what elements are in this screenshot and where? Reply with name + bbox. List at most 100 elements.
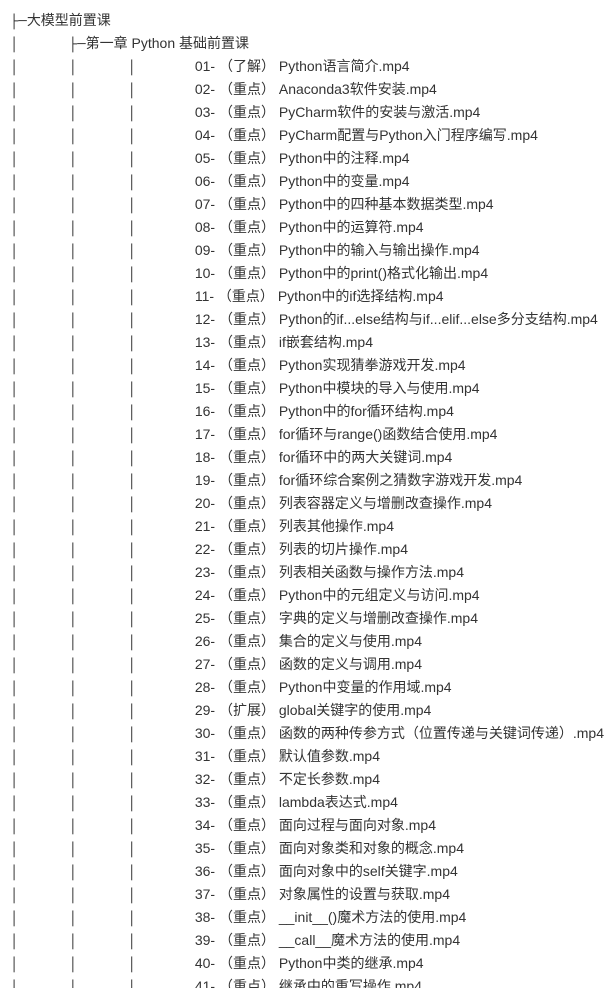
- tree-root-label: 大模型前置课: [27, 10, 111, 31]
- tree-item: │ │ │ 01- （了解） Python语言简介.mp4: [10, 56, 602, 79]
- tree-item: │ │ │ 25- （重点） 字典的定义与增删改查操作.mp4: [10, 608, 602, 631]
- tree-item: │ │ │ 20- （重点） 列表容器定义与增删改查操作.mp4: [10, 493, 602, 516]
- tree-prefix: │ │ │: [10, 794, 195, 815]
- tree-item: │ │ │ 17- （重点） for循环与range()函数结合使用.mp4: [10, 424, 602, 447]
- tree-item: │ │ │ 32- （重点） 不定长参数.mp4: [10, 769, 602, 792]
- tree-prefix: │ │ │: [10, 173, 195, 194]
- tree-item: │ │ │ 19- （重点） for循环综合案例之猜数字游戏开发.mp4: [10, 470, 602, 493]
- tree-item-label: 38- （重点） __init__()魔术方法的使用.mp4: [195, 907, 467, 928]
- tree-item: │ │ │ 38- （重点） __init__()魔术方法的使用.mp4: [10, 907, 602, 930]
- tree-prefix: │ │ │: [10, 702, 195, 723]
- tree-item-label: 25- （重点） 字典的定义与增删改查操作.mp4: [195, 608, 478, 629]
- tree-item-label: 11- （重点） Python中的if选择结构.mp4: [195, 286, 444, 307]
- tree-item: │ │ │ 10- （重点） Python中的print()格式化输出.mp4: [10, 263, 602, 286]
- tree-item-label: 30- （重点） 函数的两种传参方式（位置传递与关键词传递）.mp4: [195, 723, 604, 744]
- tree-item-label: 04- （重点） PyCharm配置与Python入门程序编写.mp4: [195, 125, 538, 146]
- tree-prefix: │ │ │: [10, 426, 195, 447]
- tree-item: │ │ │ 26- （重点） 集合的定义与使用.mp4: [10, 631, 602, 654]
- tree-item-label: 18- （重点） for循环中的两大关键词.mp4: [195, 447, 452, 468]
- tree-prefix: │ │ │: [10, 495, 195, 516]
- tree-prefix: │ │ │: [10, 748, 195, 769]
- tree-item-label: 23- （重点） 列表相关函数与操作方法.mp4: [195, 562, 464, 583]
- tree-prefix: │ │ │: [10, 817, 195, 838]
- tree-item-label: 15- （重点） Python中模块的导入与使用.mp4: [195, 378, 480, 399]
- tree-prefix: │ │ │: [10, 449, 195, 470]
- tree-item-label: 36- （重点） 面向对象中的self关键字.mp4: [195, 861, 458, 882]
- tree-item: │ │ │ 30- （重点） 函数的两种传参方式（位置传递与关键词传递）.mp4: [10, 723, 602, 746]
- tree-item-label: 08- （重点） Python中的运算符.mp4: [195, 217, 424, 238]
- tree-prefix: │ │ │: [10, 472, 195, 493]
- tree-item: │ │ │ 27- （重点） 函数的定义与调用.mp4: [10, 654, 602, 677]
- tree-item-label: 10- （重点） Python中的print()格式化输出.mp4: [195, 263, 488, 284]
- tree-item-label: 14- （重点） Python实现猜拳游戏开发.mp4: [195, 355, 466, 376]
- tree-prefix: │ │ │: [10, 265, 195, 286]
- tree-item-label: 34- （重点） 面向过程与面向对象.mp4: [195, 815, 436, 836]
- tree-root-node: ├─ 大模型前置课: [10, 10, 602, 33]
- tree-prefix: │ │ │: [10, 380, 195, 401]
- tree-item-label: 29- （扩展） global关键字的使用.mp4: [195, 700, 432, 721]
- tree-item-label: 16- （重点） Python中的for循环结构.mp4: [195, 401, 454, 422]
- tree-item: │ │ │ 11- （重点） Python中的if选择结构.mp4: [10, 286, 602, 309]
- tree-chapter-label: 第一章 Python 基础前置课: [86, 33, 249, 54]
- tree-item-label: 32- （重点） 不定长参数.mp4: [195, 769, 380, 790]
- tree-item-label: 03- （重点） PyCharm软件的安装与激活.mp4: [195, 102, 480, 123]
- tree-item-label: 26- （重点） 集合的定义与使用.mp4: [195, 631, 422, 652]
- tree-item-label: 37- （重点） 对象属性的设置与获取.mp4: [195, 884, 450, 905]
- tree-prefix: │ │ │: [10, 357, 195, 378]
- tree-prefix: │ │ │: [10, 219, 195, 240]
- tree-prefix: │ │ │: [10, 564, 195, 585]
- tree-item: │ │ │ 39- （重点） __call__魔术方法的使用.mp4: [10, 930, 602, 953]
- tree-item: │ │ │ 37- （重点） 对象属性的设置与获取.mp4: [10, 884, 602, 907]
- tree-prefix: │ │ │: [10, 679, 195, 700]
- tree-prefix: │ │ │: [10, 127, 195, 148]
- tree-item-label: 39- （重点） __call__魔术方法的使用.mp4: [195, 930, 460, 951]
- tree-prefix: │ │ │: [10, 610, 195, 631]
- tree-item: │ │ │ 24- （重点） Python中的元组定义与访问.mp4: [10, 585, 602, 608]
- tree-item: │ │ │ 08- （重点） Python中的运算符.mp4: [10, 217, 602, 240]
- tree-prefix: │ │ │: [10, 932, 195, 953]
- tree-item: │ │ │ 36- （重点） 面向对象中的self关键字.mp4: [10, 861, 602, 884]
- tree-item-label: 28- （重点） Python中变量的作用域.mp4: [195, 677, 452, 698]
- tree-item-label: 41- （重点） 继承中的重写操作.mp4: [195, 976, 422, 988]
- tree-prefix: │ ├─: [10, 35, 86, 56]
- tree-item: │ │ │ 23- （重点） 列表相关函数与操作方法.mp4: [10, 562, 602, 585]
- tree-item-label: 17- （重点） for循环与range()函数结合使用.mp4: [195, 424, 498, 445]
- tree-prefix: │ │ │: [10, 311, 195, 332]
- tree-prefix: │ │ │: [10, 104, 195, 125]
- tree-item: │ │ │ 34- （重点） 面向过程与面向对象.mp4: [10, 815, 602, 838]
- tree-item: │ │ │ 02- （重点） Anaconda3软件安装.mp4: [10, 79, 602, 102]
- tree-prefix: │ │ │: [10, 196, 195, 217]
- tree-item-label: 06- （重点） Python中的变量.mp4: [195, 171, 410, 192]
- tree-prefix: │ │ │: [10, 909, 195, 930]
- tree-item: │ │ │ 03- （重点） PyCharm软件的安装与激活.mp4: [10, 102, 602, 125]
- tree-item-label: 12- （重点） Python的if...else结构与if...elif...…: [195, 309, 598, 330]
- tree-item: │ │ │ 06- （重点） Python中的变量.mp4: [10, 171, 602, 194]
- tree-item: │ │ │ 05- （重点） Python中的注释.mp4: [10, 148, 602, 171]
- tree-prefix: │ │ │: [10, 81, 195, 102]
- tree-item: │ │ │ 29- （扩展） global关键字的使用.mp4: [10, 700, 602, 723]
- tree-item-label: 02- （重点） Anaconda3软件安装.mp4: [195, 79, 437, 100]
- tree-item: │ │ │ 31- （重点） 默认值参数.mp4: [10, 746, 602, 769]
- tree-item-label: 24- （重点） Python中的元组定义与访问.mp4: [195, 585, 480, 606]
- tree-item-label: 20- （重点） 列表容器定义与增删改查操作.mp4: [195, 493, 492, 514]
- tree-chapter-node: │ ├─ 第一章 Python 基础前置课: [10, 33, 602, 56]
- tree-item-label: 35- （重点） 面向对象类和对象的概念.mp4: [195, 838, 464, 859]
- tree-prefix: │ │ │: [10, 656, 195, 677]
- tree-prefix: │ │ │: [10, 242, 195, 263]
- tree-item: │ │ │ 14- （重点） Python实现猜拳游戏开发.mp4: [10, 355, 602, 378]
- tree-prefix: │ │ │: [10, 725, 195, 746]
- tree-item: │ │ │ 09- （重点） Python中的输入与输出操作.mp4: [10, 240, 602, 263]
- tree-prefix: ├─: [10, 12, 27, 33]
- tree-item: │ │ │ 28- （重点） Python中变量的作用域.mp4: [10, 677, 602, 700]
- tree-item: │ │ │ 35- （重点） 面向对象类和对象的概念.mp4: [10, 838, 602, 861]
- tree-item: │ │ │ 15- （重点） Python中模块的导入与使用.mp4: [10, 378, 602, 401]
- file-tree: ├─ 大模型前置课 │ ├─ 第一章 Python 基础前置课 │ │ │ 01…: [10, 10, 602, 988]
- tree-item: │ │ │ 22- （重点） 列表的切片操作.mp4: [10, 539, 602, 562]
- tree-prefix: │ │ │: [10, 58, 195, 79]
- tree-prefix: │ │ │: [10, 403, 195, 424]
- tree-item-label: 09- （重点） Python中的输入与输出操作.mp4: [195, 240, 480, 261]
- tree-item-label: 05- （重点） Python中的注释.mp4: [195, 148, 410, 169]
- tree-item: │ │ │ 16- （重点） Python中的for循环结构.mp4: [10, 401, 602, 424]
- tree-prefix: │ │ │: [10, 288, 195, 309]
- tree-prefix: │ │ │: [10, 863, 195, 884]
